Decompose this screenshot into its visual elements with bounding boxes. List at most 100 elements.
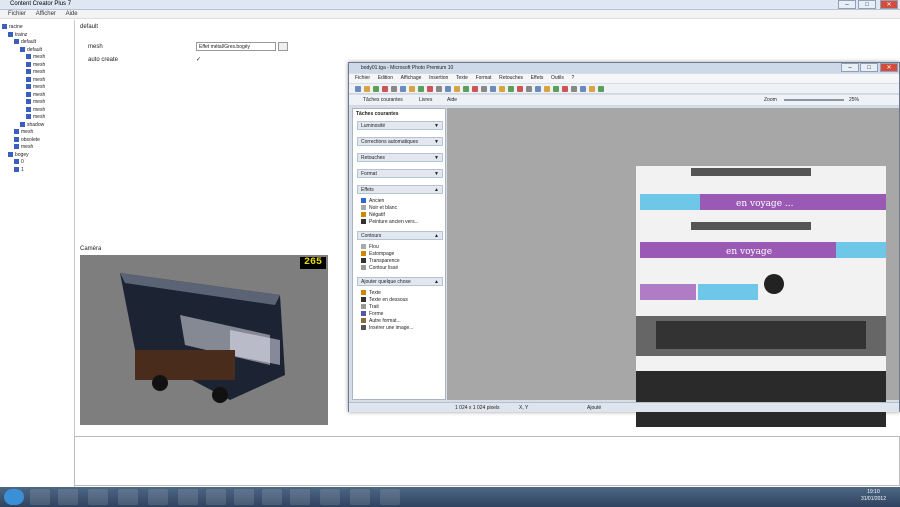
task-item[interactable]: Insérer une image...	[361, 325, 413, 331]
editor-menu-item[interactable]: Edition	[378, 74, 393, 83]
editor-minimize-button[interactable]: –	[841, 63, 859, 72]
editor-menu-item[interactable]: ?	[572, 74, 575, 83]
toolbar-button[interactable]	[427, 86, 433, 92]
editor-menu-item[interactable]: Outils	[551, 74, 564, 83]
menu-file[interactable]: Fichier	[8, 10, 26, 19]
chrome-icon[interactable]	[234, 489, 254, 505]
app-icon[interactable]	[262, 489, 282, 505]
toolbar-button[interactable]	[517, 86, 523, 92]
toolbar-button[interactable]	[508, 86, 514, 92]
task-section[interactable]: Corrections automatiques ▼	[357, 137, 443, 146]
ie-icon[interactable]	[206, 489, 226, 505]
toolbar-button[interactable]	[445, 86, 451, 92]
toolbar-button[interactable]	[598, 86, 604, 92]
toolbar-button[interactable]	[463, 86, 469, 92]
app-icon[interactable]	[380, 489, 400, 505]
toolbar-button[interactable]	[436, 86, 442, 92]
task-section[interactable]: Luminosité ▼	[357, 121, 443, 130]
task-section[interactable]: Retouches ▼	[357, 153, 443, 162]
tree-node[interactable]: mesh	[26, 84, 45, 90]
editor-menu-item[interactable]: Insertion	[429, 74, 448, 83]
task-item[interactable]: Négatif	[361, 212, 385, 218]
toolbar-button[interactable]	[571, 86, 577, 92]
system-clock[interactable]: 19:10 31/01/2012	[861, 489, 886, 503]
task-item[interactable]: Ancien	[361, 198, 384, 204]
task-section[interactable]: Effets ▲	[357, 185, 443, 194]
task-item[interactable]: Autre format...	[361, 318, 401, 324]
toolbar-button[interactable]	[562, 86, 568, 92]
toolbar-button[interactable]	[553, 86, 559, 92]
tab-books[interactable]: Livres	[419, 97, 432, 103]
tree-node[interactable]: default	[14, 39, 36, 45]
task-section[interactable]: Format ▼	[357, 169, 443, 178]
toolbar-button[interactable]	[355, 86, 361, 92]
task-section[interactable]: Ajouter quelque chose ▲	[357, 277, 443, 286]
start-button[interactable]	[4, 489, 24, 505]
tree-node[interactable]: racine	[2, 24, 23, 30]
tree-node[interactable]: obsolete	[14, 137, 40, 143]
toolbar-button[interactable]	[481, 86, 487, 92]
app-icon[interactable]	[290, 489, 310, 505]
task-item[interactable]: Texte	[361, 290, 381, 296]
toolbar-button[interactable]	[418, 86, 424, 92]
toolbar-button[interactable]	[526, 86, 532, 92]
tree-node[interactable]: mesh	[26, 114, 45, 120]
task-item[interactable]: Texte en dessous	[361, 297, 408, 303]
tab-common-tasks[interactable]: Tâches courantes	[363, 97, 403, 103]
tree-node[interactable]: default	[20, 47, 42, 53]
editor-close-button[interactable]: ✕	[880, 63, 898, 72]
toolbar-button[interactable]	[499, 86, 505, 92]
app-icon[interactable]	[118, 489, 138, 505]
canvas-area[interactable]: en voyage ... en voyage	[447, 108, 899, 427]
texture-image[interactable]: en voyage ... en voyage	[636, 166, 896, 427]
toolbar-button[interactable]	[454, 86, 460, 92]
app-icon[interactable]	[350, 489, 370, 505]
toolbar-button[interactable]	[580, 86, 586, 92]
minimize-button[interactable]: –	[838, 0, 856, 9]
tab-help[interactable]: Aide	[447, 97, 457, 103]
editor-menu-item[interactable]: Affichage	[401, 74, 422, 83]
close-button[interactable]: ✕	[880, 0, 898, 9]
wordpress-icon[interactable]	[88, 489, 108, 505]
tree-node[interactable]: mesh	[14, 144, 33, 150]
menu-help[interactable]: Aide	[66, 10, 78, 19]
tree-node[interactable]: mesh	[26, 92, 45, 98]
editor-menu-item[interactable]: Effets	[531, 74, 544, 83]
editor-menu-item[interactable]: Format	[476, 74, 492, 83]
tree-node[interactable]: mesh	[26, 99, 45, 105]
editor-menu-item[interactable]: Fichier	[355, 74, 370, 83]
task-section[interactable]: Contours ▲	[357, 231, 443, 240]
task-item[interactable]: Estompage	[361, 251, 394, 257]
toolbar-button[interactable]	[544, 86, 550, 92]
tree-node[interactable]: mesh	[26, 77, 45, 83]
app-icon[interactable]	[178, 489, 198, 505]
toolbar-button[interactable]	[373, 86, 379, 92]
tree-node[interactable]: mesh	[26, 54, 45, 60]
tree-node[interactable]: bogey	[8, 152, 29, 158]
media-icon[interactable]	[58, 489, 78, 505]
editor-menu-item[interactable]: Texte	[456, 74, 468, 83]
toolbar-button[interactable]	[589, 86, 595, 92]
maximize-button[interactable]: □	[858, 0, 876, 9]
explorer-icon[interactable]	[30, 489, 50, 505]
editor-menu-item[interactable]: Retouches	[499, 74, 523, 83]
toolbar-button[interactable]	[364, 86, 370, 92]
browse-button[interactable]	[278, 42, 288, 51]
task-item[interactable]: Flou	[361, 244, 379, 250]
tree-node[interactable]: mesh	[14, 129, 33, 135]
task-item[interactable]: Peinture ancien vers...	[361, 219, 419, 225]
task-item[interactable]: Noir et blanc	[361, 205, 397, 211]
toolbar-button[interactable]	[472, 86, 478, 92]
toolbar-button[interactable]	[391, 86, 397, 92]
train-icon[interactable]	[320, 489, 340, 505]
toolbar-button[interactable]	[382, 86, 388, 92]
auto-create-checkbox[interactable]: ✓	[196, 56, 201, 63]
task-item[interactable]: Trait	[361, 304, 379, 310]
toolbar-button[interactable]	[535, 86, 541, 92]
zoom-slider[interactable]	[784, 99, 844, 101]
mesh-field[interactable]: Effet métal/Gres.bogéy	[196, 42, 276, 51]
camera-viewport[interactable]	[80, 255, 328, 425]
tree-node[interactable]: 0	[14, 159, 24, 165]
editor-maximize-button[interactable]: □	[860, 63, 878, 72]
tree-node[interactable]: trainz	[8, 32, 27, 38]
